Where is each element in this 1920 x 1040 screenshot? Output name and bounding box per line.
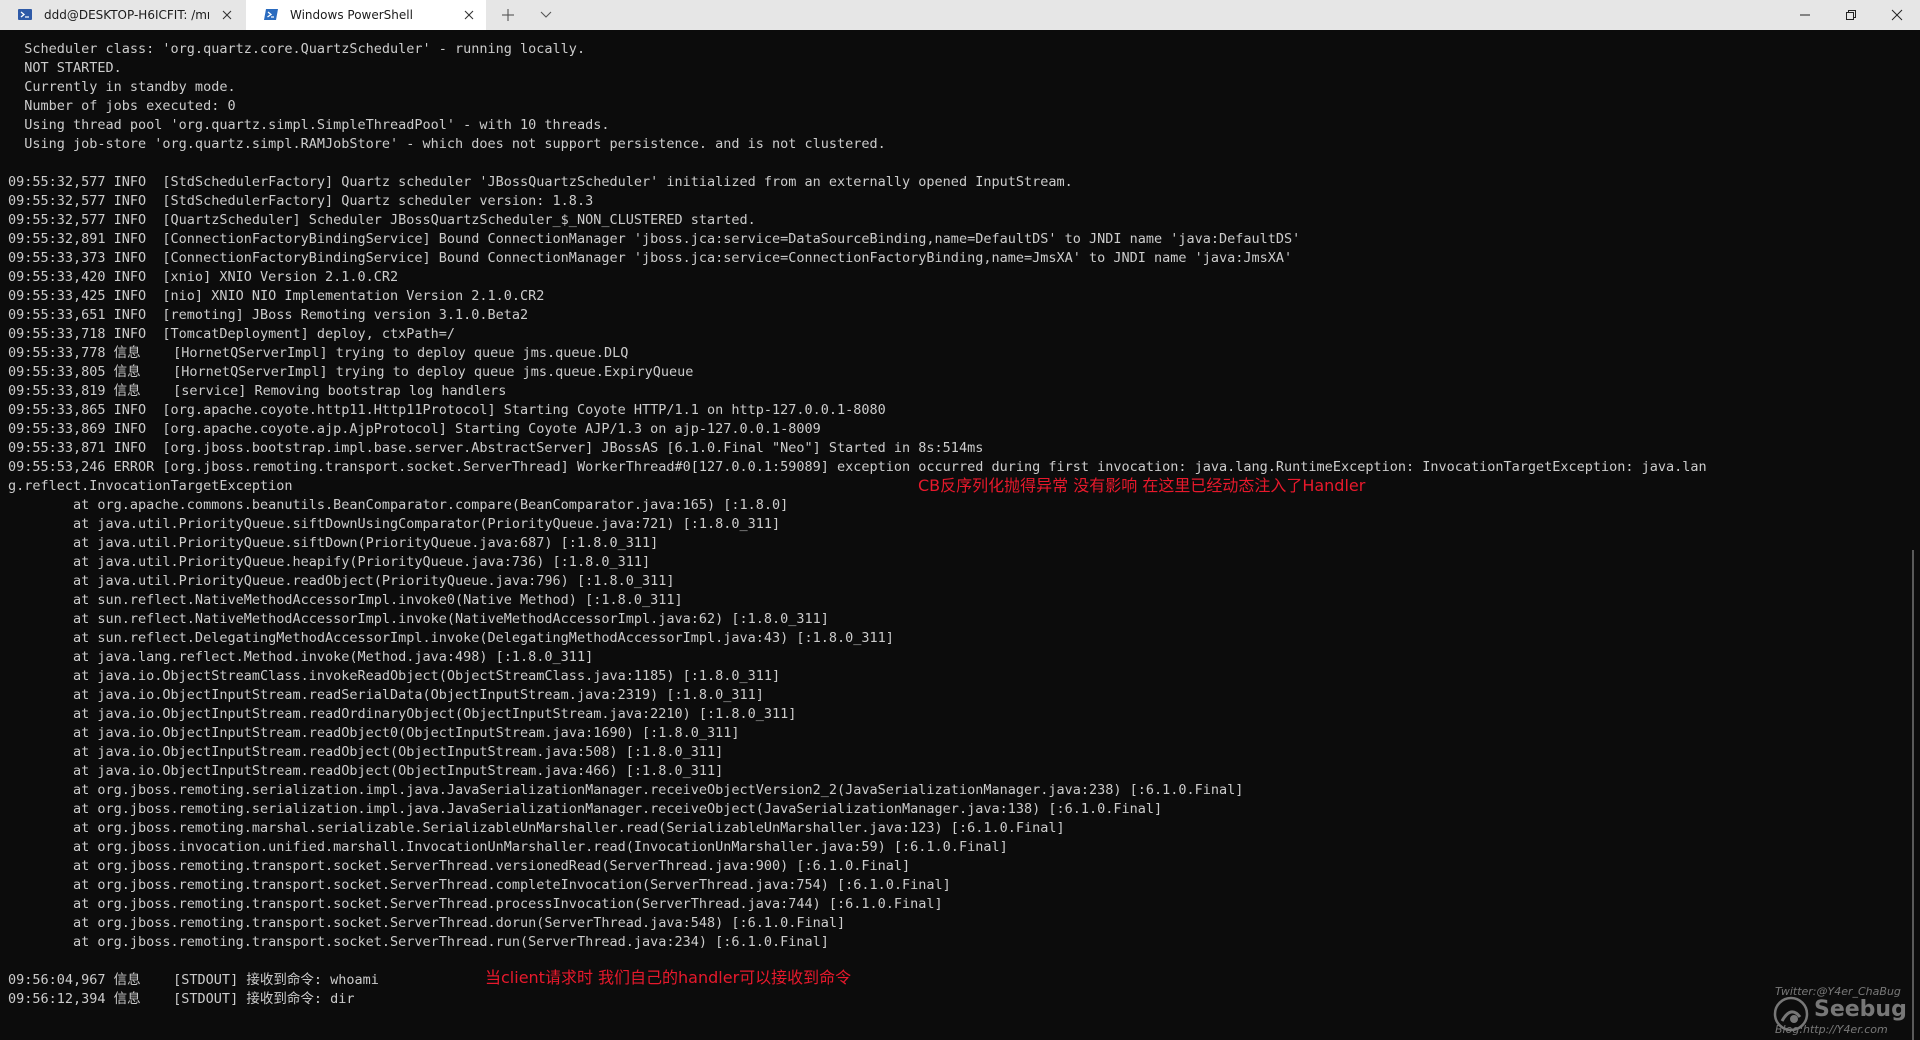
terminal-line: 09:55:32,577 INFO [QuartzScheduler] Sche… — [8, 212, 756, 228]
terminal-line: at sun.reflect.DelegatingMethodAccessorI… — [8, 630, 894, 646]
annotation-note: 当client请求时 我们自己的handler可以接收到命令 — [485, 968, 852, 987]
terminal-line: at org.jboss.remoting.marshal.serializab… — [8, 820, 1065, 836]
terminal-line: at org.jboss.remoting.transport.socket.S… — [8, 896, 943, 912]
terminal-line: at org.jboss.remoting.transport.socket.S… — [8, 915, 846, 931]
plus-icon[interactable] — [500, 7, 516, 23]
close-icon[interactable] — [462, 8, 476, 22]
terminal-icon — [18, 9, 32, 20]
restore-button[interactable] — [1828, 0, 1874, 30]
restore-icon — [1846, 10, 1856, 20]
terminal-line: 09:55:33,373 INFO [ConnectionFactoryBind… — [8, 250, 1293, 266]
tab-label: ddd@DESKTOP-H6ICFIT: /mnt/c — [44, 8, 209, 22]
annotation-note: CB反序列化抛得异常 没有影响 在这里已经动态注入了Handler — [918, 476, 1366, 495]
terminal-line: at java.lang.reflect.Method.invoke(Metho… — [8, 649, 594, 665]
tab-bar: ddd@DESKTOP-H6ICFIT: /mnt/c Windows Powe… — [0, 0, 1920, 30]
terminal-window: ddd@DESKTOP-H6ICFIT: /mnt/c Windows Powe… — [0, 0, 1920, 1040]
terminal-line: 09:55:32,891 INFO [ConnectionFactoryBind… — [8, 231, 1301, 247]
tab-wsl[interactable]: ddd@DESKTOP-H6ICFIT: /mnt/c — [0, 0, 244, 30]
close-window-button[interactable] — [1874, 0, 1920, 30]
terminal-line: at java.io.ObjectStreamClass.invokeReadO… — [8, 668, 781, 684]
terminal-line: Number of jobs executed: 0 — [8, 98, 236, 114]
terminal-line: NOT STARTED. — [8, 60, 122, 76]
watermark-brand: Seebug — [1814, 997, 1907, 1022]
terminal-line: at java.io.ObjectInputStream.readObject0… — [8, 725, 740, 741]
terminal-line: 09:55:32,577 INFO [StdSchedulerFactory] … — [8, 193, 594, 209]
terminal-line: at org.jboss.remoting.serialization.impl… — [8, 801, 1163, 817]
terminal-line: Using thread pool 'org.quartz.simpl.Simp… — [8, 117, 610, 133]
terminal-line: Currently in standby mode. — [8, 79, 236, 95]
terminal-line: at org.jboss.remoting.serialization.impl… — [8, 782, 1244, 798]
terminal-line: 09:55:33,651 INFO [remoting] JBoss Remot… — [8, 307, 529, 323]
terminal-line: at java.util.PriorityQueue.siftDownUsing… — [8, 516, 781, 532]
terminal-line: at java.util.PriorityQueue.heapify(Prior… — [8, 554, 651, 570]
terminal-line: 09:55:33,425 INFO [nio] XNIO NIO Impleme… — [8, 288, 545, 304]
terminal-line: 09:55:53,246 ERROR [org.jboss.remoting.t… — [8, 459, 1707, 475]
terminal-line: at java.util.PriorityQueue.readObject(Pr… — [8, 573, 675, 589]
terminal-line: 09:55:33,718 INFO [TomcatDeployment] dep… — [8, 326, 456, 342]
terminal-line: at java.io.ObjectInputStream.readSerialD… — [8, 687, 764, 703]
terminal-line: at java.io.ObjectInputStream.readOrdinar… — [8, 706, 797, 722]
terminal-line: at org.jboss.invocation.unified.marshall… — [8, 839, 1008, 855]
powershell-icon — [264, 9, 278, 20]
terminal-line: at java.io.ObjectInputStream.readObject(… — [8, 744, 724, 760]
terminal-line: at org.jboss.remoting.transport.socket.S… — [8, 934, 829, 950]
terminal-line: at org.jboss.remoting.transport.socket.S… — [8, 877, 951, 893]
close-icon — [1891, 9, 1903, 21]
terminal-line: g.reflect.InvocationTargetException — [8, 478, 293, 494]
terminal-line: 09:55:33,805 信息 [HornetQServerImpl] tryi… — [8, 364, 694, 380]
terminal-line: at sun.reflect.NativeMethodAccessorImpl.… — [8, 592, 683, 608]
terminal-line: 09:55:33,819 信息 [service] Removing boots… — [8, 383, 507, 399]
chevron-down-icon[interactable] — [538, 8, 554, 22]
terminal-line: Using job-store 'org.quartz.simpl.RAMJob… — [8, 136, 886, 152]
terminal-line: at org.jboss.remoting.transport.socket.S… — [8, 858, 911, 874]
tab-label: Windows PowerShell — [290, 8, 413, 22]
terminal-line: 09:56:12,394 信息 [STDOUT] 接收到命令: dir — [8, 991, 355, 1007]
terminal-line: 09:55:33,865 INFO [org.apache.coyote.htt… — [8, 402, 886, 418]
terminal-line: at java.io.ObjectInputStream.readObject(… — [8, 763, 724, 779]
minimize-icon — [1800, 14, 1810, 16]
minimize-button[interactable] — [1782, 0, 1828, 30]
terminal-line: at sun.reflect.NativeMethodAccessorImpl.… — [8, 611, 829, 627]
terminal-line: 09:55:32,577 INFO [StdSchedulerFactory] … — [8, 174, 1073, 190]
terminal-line: 09:55:33,869 INFO [org.apache.coyote.ajp… — [8, 421, 821, 437]
terminal-line: 09:55:33,778 信息 [HornetQServerImpl] tryi… — [8, 345, 629, 361]
terminal-line: 09:55:33,420 INFO [xnio] XNIO Version 2.… — [8, 269, 399, 285]
scrollbar-thumb[interactable] — [1912, 550, 1914, 1040]
close-icon[interactable] — [220, 8, 234, 22]
terminal-line: 09:56:04,967 信息 [STDOUT] 接收到命令: whoami — [8, 972, 379, 988]
tab-powershell[interactable]: Windows PowerShell — [246, 0, 486, 30]
terminal-pane[interactable]: Scheduler class: 'org.quartz.core.Quartz… — [0, 30, 1920, 1040]
terminal-line: Scheduler class: 'org.quartz.core.Quartz… — [8, 41, 586, 57]
terminal-output: Scheduler class: 'org.quartz.core.Quartz… — [8, 40, 1707, 1009]
terminal-line: at org.apache.commons.beanutils.BeanComp… — [8, 497, 789, 513]
watermark: Twitter:@Y4er_ChaBug Seebug Blog:http://… — [1770, 985, 1920, 1040]
terminal-line: at java.util.PriorityQueue.siftDown(Prio… — [8, 535, 659, 551]
terminal-line: 09:55:33,871 INFO [org.jboss.bootstrap.i… — [8, 440, 984, 456]
watermark-blog: Blog:http://Y4er.com — [1775, 1023, 1888, 1036]
